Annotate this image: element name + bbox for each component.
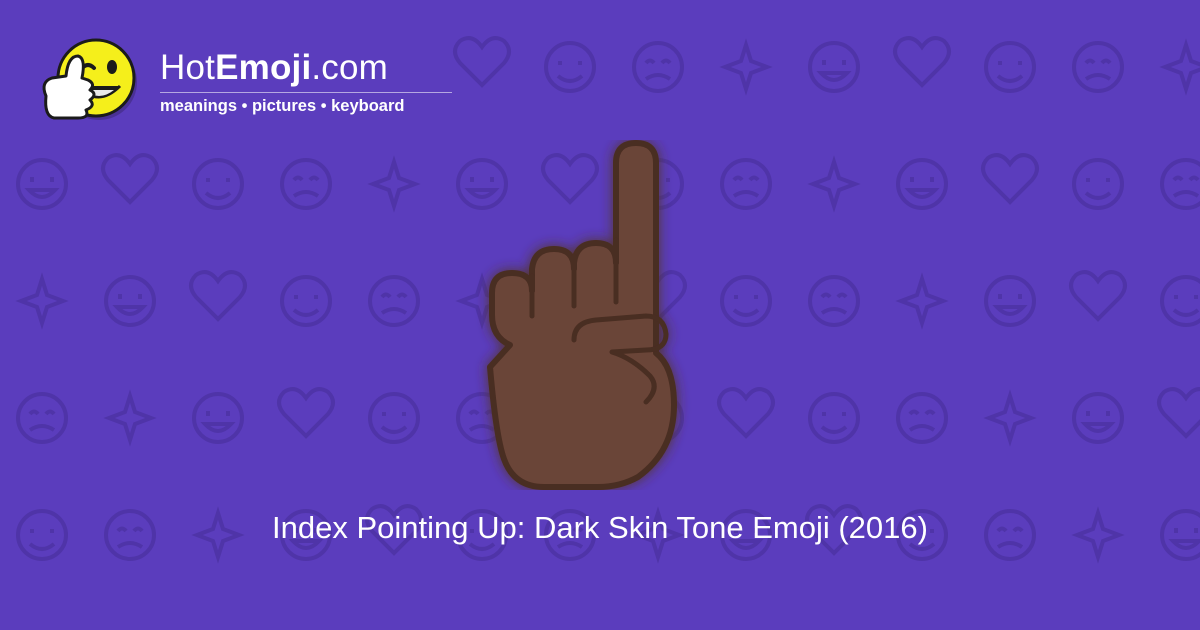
- index-pointing-up-dark-skin-tone-icon: [487, 140, 677, 490]
- sun-icon: [808, 275, 860, 327]
- check-mark-icon: [101, 153, 159, 205]
- fire-icon: [192, 158, 244, 210]
- striped-heart-icon: [808, 392, 860, 444]
- sparkles-icon: [984, 41, 1036, 93]
- camera-icon: [16, 158, 68, 210]
- camera-icon: [984, 275, 1036, 327]
- page-title: Index Pointing Up: Dark Skin Tone Emoji …: [272, 510, 928, 545]
- rose-icon: [895, 272, 949, 330]
- winking-face-icon: [368, 275, 420, 327]
- eyes-icon: [192, 392, 244, 444]
- fire-icon: [1160, 275, 1200, 327]
- smiley-icon: [189, 270, 247, 322]
- music-notes-icon: [893, 36, 951, 88]
- check-mark-icon: [1069, 270, 1127, 322]
- screaming-face-icon: [1072, 392, 1124, 444]
- heart-icon: [280, 275, 332, 327]
- arrow-left-icon: [16, 392, 68, 444]
- smiley-icon: [1157, 387, 1200, 439]
- striped-heart-icon: [1072, 158, 1124, 210]
- sun-icon: [1072, 41, 1124, 93]
- ok-hand-icon: [103, 389, 157, 447]
- devil-face-icon: [1160, 158, 1200, 210]
- devil-face-icon: [896, 392, 948, 444]
- winking-face-icon: [632, 41, 684, 93]
- arrow-left-icon: [280, 158, 332, 210]
- logo-tagline: meanings • pictures • keyboard: [160, 97, 405, 115]
- logo-divider: [160, 92, 452, 93]
- monkey-icon: [368, 392, 420, 444]
- flexed-biceps-icon: [896, 158, 948, 210]
- angry-face-icon: [983, 389, 1037, 447]
- logo-title: HotEmoji.com: [160, 48, 389, 87]
- rose-icon: [1159, 38, 1200, 96]
- party-popper-icon: [981, 153, 1039, 205]
- screaming-face-icon: [104, 275, 156, 327]
- sad-face-icon: [719, 38, 773, 96]
- broken-heart-icon: [808, 41, 860, 93]
- sleeping-zzz-icon: [807, 155, 861, 213]
- logo[interactable]: HotEmoji.com meanings • pictures • keybo…: [38, 34, 468, 134]
- angry-face-icon: [15, 272, 69, 330]
- heart-icon: [544, 41, 596, 93]
- recycle-icon: [277, 387, 335, 439]
- ok-hand-icon: [367, 155, 421, 213]
- thumbs-up-winking-face-icon: [42, 38, 137, 120]
